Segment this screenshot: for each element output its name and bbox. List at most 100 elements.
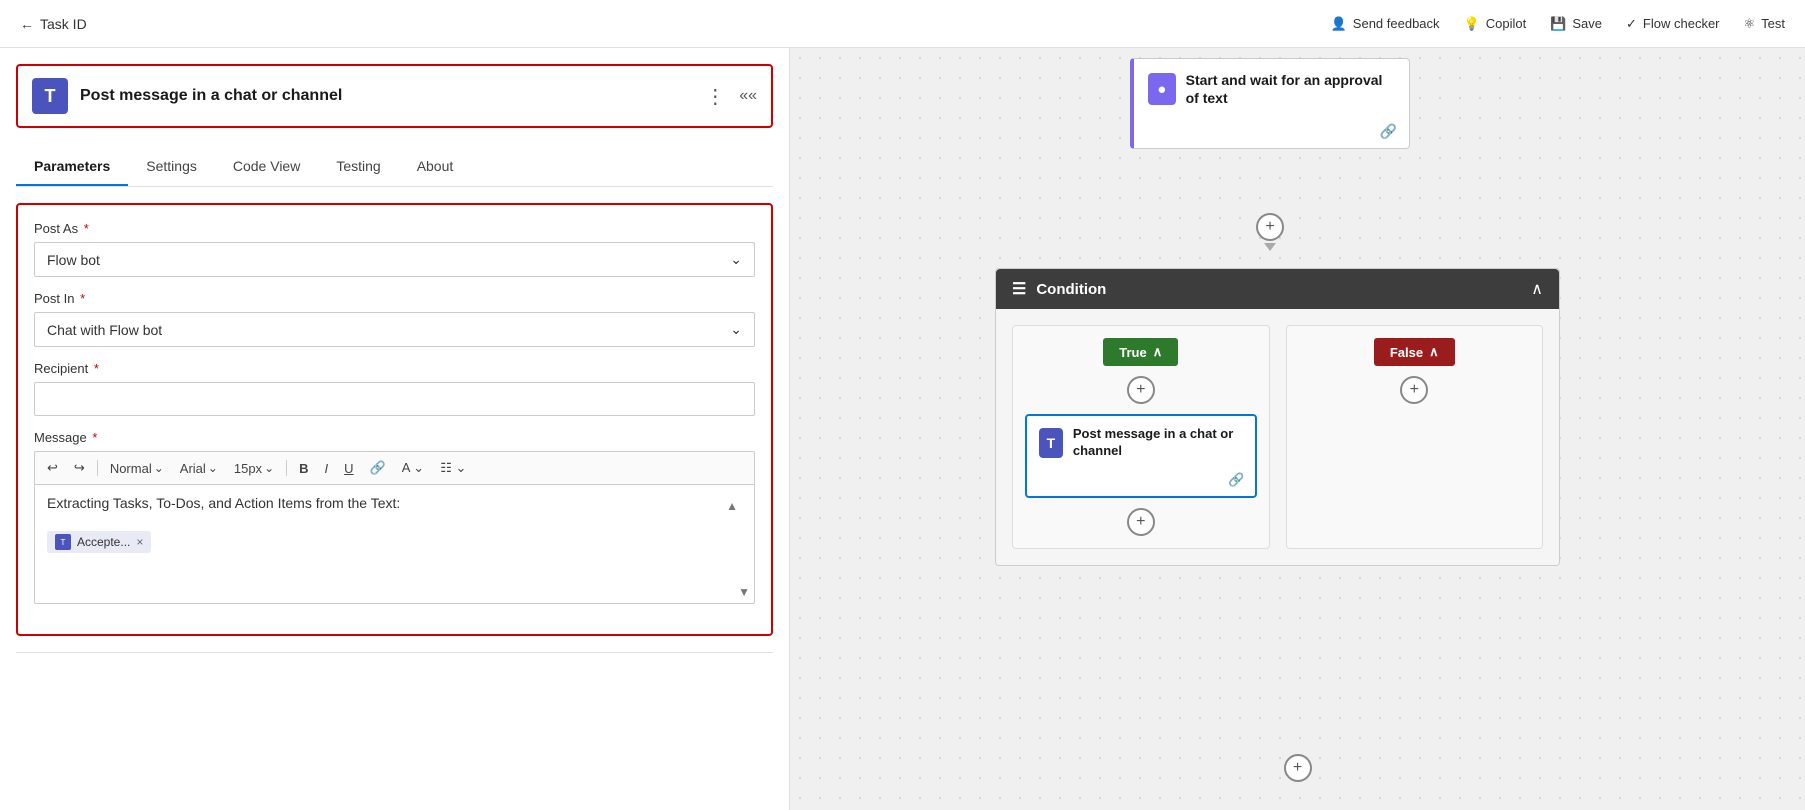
tab-parameters[interactable]: Parameters	[16, 148, 128, 186]
top-bar: ← Task ID 👤 Send feedback 💡 Copilot 💾 Sa…	[0, 0, 1805, 48]
scroll-down-button[interactable]: ▼	[738, 585, 750, 599]
recipient-input[interactable]	[34, 382, 755, 416]
tab-settings[interactable]: Settings	[128, 148, 215, 186]
tab-code-view[interactable]: Code View	[215, 148, 318, 186]
add-step-button-1[interactable]: +	[1256, 213, 1284, 241]
left-panel: T Post message in a chat or channel ⋮ ««…	[0, 48, 790, 810]
flow-card-link-icon: 🔗	[1228, 472, 1244, 488]
style-dropdown[interactable]: Normal ⌄	[106, 459, 168, 478]
flow-card-header: T Post message in a chat or channel	[1027, 416, 1255, 470]
copilot-icon: 💡	[1464, 16, 1480, 32]
required-indicator: *	[76, 291, 85, 306]
flow-card-teams-icon: T	[1039, 428, 1063, 458]
tag-chip: T Accepte... ×	[47, 531, 151, 553]
italic-button[interactable]: I	[321, 459, 333, 478]
condition-body: True ∧ + T Post message in a chat or cha…	[996, 309, 1559, 565]
toolbar-separator	[97, 460, 98, 476]
approval-footer: 🔗	[1134, 119, 1409, 148]
highlight-button[interactable]: ☷ ⌄	[436, 458, 470, 478]
approval-block[interactable]: ● Start and wait for an approval of text…	[1130, 58, 1410, 149]
tag-label: Accepte...	[77, 535, 130, 549]
back-button[interactable]: ← Task ID	[20, 16, 87, 32]
post-as-label: Post As *	[34, 221, 755, 236]
top-bar-left: ← Task ID	[20, 16, 87, 32]
false-branch-header[interactable]: False ∧	[1374, 338, 1455, 366]
bold-button[interactable]: B	[295, 459, 312, 478]
condition-header: ☰ Condition ∧	[996, 269, 1559, 309]
tag-teams-icon: T	[55, 534, 71, 550]
font-dropdown[interactable]: Arial ⌄	[176, 459, 222, 478]
required-indicator: *	[80, 221, 89, 236]
toolbar-separator	[286, 460, 287, 476]
condition-header-left: ☰ Condition	[1012, 279, 1106, 299]
tab-about[interactable]: About	[399, 148, 472, 186]
action-header-right: ⋮ ««	[705, 84, 757, 109]
condition-icon: ☰	[1012, 279, 1026, 299]
false-label: False	[1390, 345, 1423, 360]
main-layout: T Post message in a chat or channel ⋮ ««…	[0, 48, 1805, 810]
post-in-label: Post In *	[34, 291, 755, 306]
add-final-step-button[interactable]: +	[1284, 754, 1312, 782]
editor-toolbar: ↩ ↪ Normal ⌄ Arial ⌄ 15px ⌄	[34, 451, 755, 484]
message-editor[interactable]: Extracting Tasks, To-Dos, and Action Ite…	[34, 484, 755, 604]
flow-card-footer: 🔗	[1027, 470, 1255, 496]
condition-collapse-button[interactable]: ∧	[1531, 279, 1543, 299]
style-chevron-icon: ⌄	[154, 461, 164, 475]
back-icon: ←	[20, 16, 34, 32]
font-chevron-icon: ⌄	[208, 461, 218, 475]
tab-bar: Parameters Settings Code View Testing Ab…	[16, 148, 773, 187]
recipient-label: Recipient *	[34, 361, 755, 376]
send-feedback-icon: 👤	[1331, 16, 1347, 32]
collapse-button[interactable]: ««	[739, 87, 757, 105]
tag-close-button[interactable]: ×	[136, 535, 143, 549]
undo-button[interactable]: ↩	[43, 458, 62, 478]
required-indicator: *	[89, 430, 98, 445]
save-icon: 💾	[1550, 16, 1566, 32]
post-as-dropdown[interactable]: Flow bot ⌄	[34, 242, 755, 277]
redo-button[interactable]: ↪	[70, 458, 89, 478]
flow-card-title: Post message in a chat or channel	[1073, 426, 1243, 460]
add-true-step-button[interactable]: +	[1127, 376, 1155, 404]
true-chevron-icon: ∧	[1153, 344, 1163, 360]
tab-testing[interactable]: Testing	[318, 148, 398, 186]
save-button[interactable]: 💾 Save	[1550, 16, 1602, 32]
flow-canvas: ● Start and wait for an approval of text…	[790, 48, 1805, 810]
size-dropdown[interactable]: 15px ⌄	[230, 459, 278, 478]
add-false-step-button[interactable]: +	[1400, 376, 1428, 404]
scroll-up-button[interactable]: ▲	[726, 499, 738, 513]
flow-checker-icon: ✓	[1626, 16, 1637, 32]
message-label: Message *	[34, 430, 755, 445]
true-branch-header[interactable]: True ∧	[1103, 338, 1178, 366]
post-message-card[interactable]: T Post message in a chat or channel 🔗	[1025, 414, 1257, 498]
post-in-dropdown[interactable]: Chat with Flow bot ⌄	[34, 312, 755, 347]
condition-title: Condition	[1036, 281, 1106, 298]
more-options-button[interactable]: ⋮	[705, 84, 727, 109]
test-button[interactable]: ⚛ Test	[1744, 16, 1786, 32]
approval-block-header: ● Start and wait for an approval of text	[1134, 59, 1409, 119]
page-title: Task ID	[40, 16, 87, 32]
send-feedback-button[interactable]: 👤 Send feedback	[1331, 16, 1440, 32]
approval-icon: ●	[1148, 73, 1176, 105]
link-button[interactable]: 🔗	[366, 458, 390, 478]
action-header-left: T Post message in a chat or channel	[32, 78, 342, 114]
required-indicator: *	[90, 361, 99, 376]
false-chevron-icon: ∧	[1429, 344, 1439, 360]
flow-checker-button[interactable]: ✓ Flow checker	[1626, 16, 1719, 32]
action-title: Post message in a chat or channel	[80, 87, 342, 105]
flow-canvas-panel: ● Start and wait for an approval of text…	[790, 48, 1805, 810]
top-bar-right: 👤 Send feedback 💡 Copilot 💾 Save ✓ Flow …	[1331, 16, 1785, 32]
message-field: Message * ↩ ↪ Normal ⌄ Arial ⌄	[34, 430, 755, 604]
size-chevron-icon: ⌄	[264, 461, 274, 475]
link-icon: 🔗	[1380, 123, 1397, 140]
arrow-down-1	[1264, 243, 1276, 251]
underline-button[interactable]: U	[340, 459, 357, 478]
font-color-button[interactable]: A ⌄	[398, 458, 428, 478]
post-in-field: Post In * Chat with Flow bot ⌄	[34, 291, 755, 347]
copilot-button[interactable]: 💡 Copilot	[1464, 16, 1527, 32]
recipient-field: Recipient *	[34, 361, 755, 416]
message-text: Extracting Tasks, To-Dos, and Action Ite…	[47, 495, 400, 511]
approval-title: Start and wait for an approval of text	[1186, 71, 1395, 107]
false-branch: False ∧ +	[1286, 325, 1544, 549]
true-branch: True ∧ + T Post message in a chat or cha…	[1012, 325, 1270, 549]
add-after-card-button[interactable]: +	[1127, 508, 1155, 536]
